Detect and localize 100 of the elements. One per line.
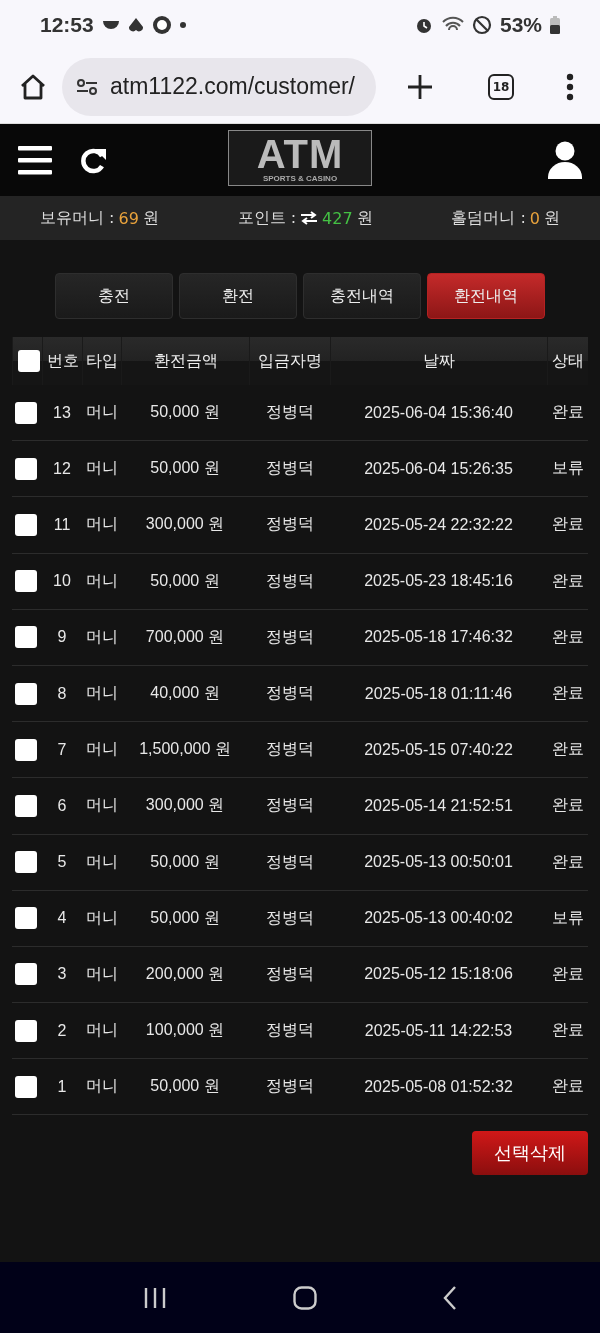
delete-selected-button[interactable]: 선택삭제 xyxy=(472,1131,588,1176)
table-cell-text: 완료 xyxy=(550,570,585,592)
blocked-icon xyxy=(471,15,492,35)
dot-icon xyxy=(179,22,186,28)
table-cell-text: 완료 xyxy=(550,963,585,985)
table-cell-text: 머니 xyxy=(84,458,119,480)
tab[interactable]: 충전내역 xyxy=(303,273,421,319)
table-cell-text: 정병덕 xyxy=(264,1076,315,1098)
table-cell-text: 2025-05-12 15:18:06 xyxy=(363,965,514,984)
checkbox[interactable] xyxy=(18,350,40,372)
table-cell-text: 4 xyxy=(56,909,68,928)
address-bar[interactable]: atm1122.com/customer/ xyxy=(62,57,376,116)
table-cell-text: 11 xyxy=(52,515,72,534)
table-cell-text: 50,000 원 xyxy=(149,907,221,928)
table-cell-text: 200,000 원 xyxy=(144,963,226,984)
balance-text: 포인트 : 427 원 xyxy=(237,207,373,229)
table-cell-text: 2025-06-04 15:26:35 xyxy=(363,459,514,478)
column-header: 타입 xyxy=(82,337,121,385)
tab[interactable]: 충전 xyxy=(55,273,173,319)
spade-icon xyxy=(127,17,144,33)
table-cell-text: 완료 xyxy=(550,1020,585,1042)
table-cell-text: 2025-05-18 17:46:32 xyxy=(363,628,514,647)
table-cell-text: 완료 xyxy=(550,402,585,424)
table-cell-text: 2025-06-04 15:36:40 xyxy=(363,403,514,422)
checkbox[interactable] xyxy=(15,963,37,986)
table-cell-text: 머니 xyxy=(84,1020,119,1042)
table-cell-text: 완료 xyxy=(550,851,585,873)
table-cell-text: 정병덕 xyxy=(264,626,315,648)
checkbox[interactable] xyxy=(15,626,37,649)
table-cell-text: 6 xyxy=(56,796,68,815)
table-cell-text: 50,000 원 xyxy=(149,1076,221,1097)
checkbox[interactable] xyxy=(15,851,37,874)
table-cell-text: 2025-05-15 07:40:22 xyxy=(363,740,514,759)
checkbox[interactable] xyxy=(15,738,37,761)
checkbox[interactable] xyxy=(15,907,37,930)
table-cell-text: 50,000 원 xyxy=(149,458,221,479)
table-cell-text: 2025-05-24 22:32:22 xyxy=(363,515,514,534)
checkbox[interactable] xyxy=(15,401,37,424)
table-cell-text: 완료 xyxy=(550,514,585,536)
more-icon[interactable] xyxy=(566,72,574,101)
bowl-icon xyxy=(101,20,120,30)
balance-text: 보유머니 : 69 원 xyxy=(40,207,159,229)
table-cell-text: 300,000 원 xyxy=(144,514,226,535)
menu-icon[interactable] xyxy=(18,145,52,175)
table-cell-text: 머니 xyxy=(84,963,119,985)
table-cell-text: 정병덕 xyxy=(264,907,315,929)
table-cell-text: 13 xyxy=(52,403,72,422)
status-time: 12:53 xyxy=(40,13,94,37)
table-cell-text: 머니 xyxy=(84,514,119,536)
table-cell-text: 정병덕 xyxy=(264,570,315,592)
checkbox[interactable] xyxy=(15,1019,37,1042)
table-cell-text: 700,000 원 xyxy=(144,626,226,647)
user-icon[interactable] xyxy=(548,141,582,179)
chip-icon xyxy=(151,15,172,35)
table-cell-text: 보류 xyxy=(550,907,585,929)
checkbox[interactable] xyxy=(15,794,37,817)
checkbox[interactable] xyxy=(15,570,37,593)
table-cell-text: 정병덕 xyxy=(264,795,315,817)
checkbox[interactable] xyxy=(15,457,37,480)
table-cell-text: 2025-05-13 00:40:02 xyxy=(363,909,514,928)
table-cell-text: 머니 xyxy=(84,795,119,817)
table-cell-text: 8 xyxy=(56,684,68,703)
table-cell-text: 정병덕 xyxy=(264,739,315,761)
table-cell-text: 2025-05-11 14:22:53 xyxy=(363,1021,514,1040)
table-cell-text: 10 xyxy=(52,572,72,591)
table-cell-text: 머니 xyxy=(84,739,119,761)
table-cell-text: 2025-05-13 00:50:01 xyxy=(363,853,514,872)
table-cell-text: 300,000 원 xyxy=(144,795,226,816)
tab-count[interactable]: 18 xyxy=(488,73,514,100)
table-cell-text: 5 xyxy=(56,853,68,872)
table-cell-text: 정병덕 xyxy=(264,402,315,424)
table-cell-text: 100,000 원 xyxy=(144,1020,226,1041)
recent-apps-icon[interactable] xyxy=(143,1286,167,1309)
checkbox[interactable] xyxy=(15,513,37,536)
table-cell-text: 완료 xyxy=(550,683,585,705)
home-button-icon[interactable] xyxy=(293,1285,317,1310)
tab[interactable]: 환전 xyxy=(179,273,297,319)
table-cell-text: 정병덕 xyxy=(264,963,315,985)
column-header: 번호 xyxy=(42,337,82,385)
table-cell-text: 머니 xyxy=(84,1076,119,1098)
table-cell-text: 7 xyxy=(56,740,68,759)
column-header: 환전금액 xyxy=(121,337,249,385)
tab[interactable]: 환전내역 xyxy=(427,273,545,319)
table-cell-text: 정병덕 xyxy=(264,683,315,705)
table-cell-text: 보류 xyxy=(550,458,585,480)
table-cell-text: 정병덕 xyxy=(264,458,315,480)
table-cell-text: 12 xyxy=(52,459,72,478)
checkbox[interactable] xyxy=(15,682,37,705)
checkbox[interactable] xyxy=(15,1075,37,1098)
exchange-icon xyxy=(300,211,319,225)
balance-text: 홀덤머니 : 0 원 xyxy=(451,207,560,229)
back-icon[interactable] xyxy=(443,1285,457,1310)
table-cell-text: 머니 xyxy=(84,570,119,592)
table-cell-text: 1 xyxy=(56,1077,68,1096)
new-tab-icon[interactable] xyxy=(406,72,434,101)
site-settings-icon[interactable] xyxy=(76,77,98,96)
table-cell-text: 머니 xyxy=(84,402,119,424)
table-cell-text: 완료 xyxy=(550,626,585,648)
logo[interactable]: ATM SPORTS & CASINO xyxy=(228,130,372,186)
table-cell-text: 완료 xyxy=(550,1076,585,1098)
